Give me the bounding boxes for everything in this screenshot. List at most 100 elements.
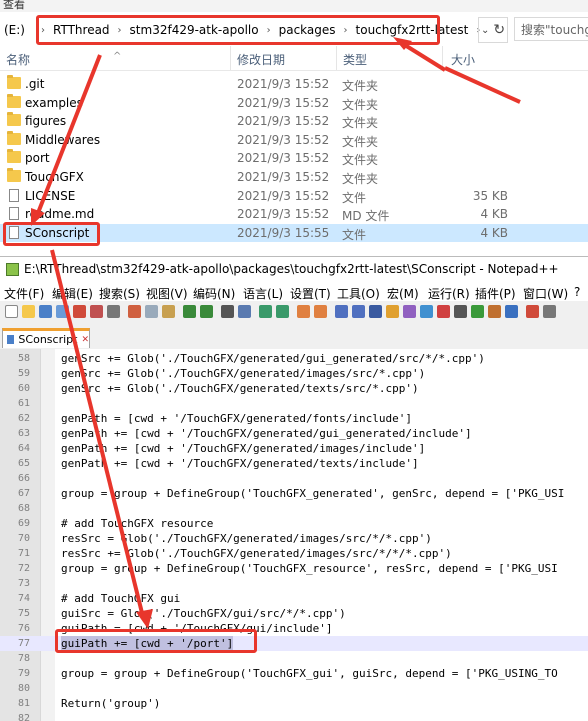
breadcrumb-rtthread[interactable]: RTThread (47, 23, 116, 37)
window-title-bar[interactable]: E:\RTThread\stm32f429-atk-apollo\package… (0, 257, 588, 283)
address-bar[interactable]: › RTThread › stm32f429-atk-apollo › pack… (38, 17, 480, 43)
function-list-icon[interactable] (420, 305, 433, 318)
code-line[interactable]: 60 genSrc += Glob('./TouchGFX/generated/t… (0, 381, 588, 396)
menu-macro[interactable]: 宏(M) (387, 285, 419, 302)
monitor-icon[interactable] (543, 305, 556, 318)
menu-run[interactable]: 运行(R) (428, 285, 470, 302)
list-item[interactable]: figures 2021/9/3 15:52 文件夹 (0, 112, 588, 131)
zoom-out-icon[interactable] (276, 305, 289, 318)
code-line[interactable]: 61 (0, 396, 588, 411)
code-editor[interactable]: 58 genSrc += Glob('./TouchGFX/generated/g… (0, 349, 588, 721)
menu-settings[interactable]: 设置(T) (290, 285, 331, 302)
code-line[interactable]: 75 guiSrc = Glob('./TouchGFX/gui/src/*/*.… (0, 606, 588, 621)
column-header-row: ^ 名称 修改日期 类型 大小 (0, 46, 588, 71)
undo-icon[interactable] (183, 305, 196, 318)
search-input[interactable]: 搜索"touchgfx (514, 17, 588, 41)
save-macro-icon[interactable] (505, 305, 518, 318)
code-line[interactable]: 66 (0, 471, 588, 486)
file-name: figures (25, 114, 67, 129)
folder-workspace-icon[interactable] (526, 305, 539, 318)
doc-map-icon[interactable] (403, 305, 416, 318)
code-line[interactable]: 73 (0, 576, 588, 591)
column-divider[interactable] (230, 46, 231, 70)
code-line[interactable]: 79 group = group + DefineGroup('TouchGFX_… (0, 666, 588, 681)
col-name[interactable]: 名称 (6, 51, 30, 68)
code-line[interactable]: 70 resSrc = Glob('./TouchGFX/generated/im… (0, 531, 588, 546)
code-line[interactable]: 67 group = group + DefineGroup('TouchGFX_… (0, 486, 588, 501)
breadcrumb-touchgfx[interactable]: touchgfx2rtt-latest (350, 23, 475, 37)
menu-file[interactable]: 文件(F) (4, 285, 44, 302)
replace-icon[interactable] (238, 305, 251, 318)
stop-macro-icon[interactable] (454, 305, 467, 318)
cut-icon[interactable] (128, 305, 141, 318)
col-size[interactable]: 大小 (451, 51, 475, 68)
new-file-icon[interactable] (5, 305, 18, 318)
code-line[interactable]: 76 guiPath = [cwd + '/TouchGFX/gui/includ… (0, 621, 588, 636)
menu-search[interactable]: 搜索(S) (99, 285, 140, 302)
code-line[interactable]: 69 # add TouchGFX resource (0, 516, 588, 531)
menu-edit[interactable]: 编辑(E) (52, 285, 93, 302)
menu-plugins[interactable]: 插件(P) (475, 285, 516, 302)
refresh-button[interactable]: ⌄ ↻ (478, 17, 508, 43)
menu-window[interactable]: 窗口(W) (523, 285, 568, 302)
print-icon[interactable] (107, 305, 120, 318)
save-all-icon[interactable] (56, 305, 69, 318)
play-macro-icon[interactable] (471, 305, 484, 318)
save-icon[interactable] (39, 305, 52, 318)
redo-icon[interactable] (200, 305, 213, 318)
paste-icon[interactable] (162, 305, 175, 318)
record-macro-icon[interactable] (437, 305, 450, 318)
sync-vertical-icon[interactable] (297, 305, 310, 318)
menu-encoding[interactable]: 编码(N) (193, 285, 235, 302)
show-all-chars-icon[interactable] (352, 305, 365, 318)
explorer-view-tab[interactable]: 查看 (0, 0, 588, 12)
menu-help[interactable]: ? (574, 285, 580, 299)
sync-horizontal-icon[interactable] (314, 305, 327, 318)
list-item[interactable]: LICENSE 2021/9/3 15:52 文件 35 KB (0, 187, 588, 206)
list-item-selected[interactable]: SConscript 2021/9/3 15:55 文件 4 KB (0, 223, 588, 243)
close-all-icon[interactable] (90, 305, 103, 318)
open-file-icon[interactable] (22, 305, 35, 318)
code-line[interactable]: 68 (0, 501, 588, 516)
find-icon[interactable] (221, 305, 234, 318)
code-line[interactable]: 80 (0, 681, 588, 696)
drive-label[interactable]: (E:) (4, 23, 25, 37)
code-line[interactable]: 63 genPath += [cwd + '/TouchGFX/generated… (0, 426, 588, 441)
list-item[interactable]: port 2021/9/3 15:52 文件夹 (0, 149, 588, 168)
word-wrap-icon[interactable] (335, 305, 348, 318)
code-line[interactable]: 65 genPath += [cwd + '/TouchGFX/generated… (0, 456, 588, 471)
close-icon[interactable]: ✕ (81, 335, 89, 345)
code-line[interactable]: 64 genPath += [cwd + '/TouchGFX/generated… (0, 441, 588, 456)
code-line[interactable]: 81 Return('group') (0, 696, 588, 711)
col-type[interactable]: 类型 (343, 51, 367, 68)
breadcrumb-board[interactable]: stm32f429-atk-apollo (124, 23, 265, 37)
code-line[interactable]: 78 (0, 651, 588, 666)
indent-guide-icon[interactable] (369, 305, 382, 318)
col-date[interactable]: 修改日期 (237, 51, 285, 68)
breadcrumb-packages[interactable]: packages (273, 23, 342, 37)
code-line[interactable]: 58 genSrc += Glob('./TouchGFX/generated/g… (0, 351, 588, 366)
close-file-icon[interactable] (73, 305, 86, 318)
column-divider[interactable] (442, 46, 443, 70)
code-line[interactable]: 72 group = group + DefineGroup('TouchGFX_… (0, 561, 588, 576)
udl-icon[interactable] (386, 305, 399, 318)
code-line-highlighted[interactable]: 77 guiPath += [cwd + '/port'] (0, 636, 588, 651)
column-divider[interactable] (336, 46, 337, 70)
code-line[interactable]: 74 # add TouchGFX gui (0, 591, 588, 606)
run-macro-icon[interactable] (488, 305, 501, 318)
tab-sconscript[interactable]: SConscript ✕ (2, 328, 90, 348)
zoom-in-icon[interactable] (259, 305, 272, 318)
list-item[interactable]: Middlewares 2021/9/3 15:52 文件夹 (0, 130, 588, 150)
menu-language[interactable]: 语言(L) (243, 285, 283, 302)
list-item[interactable]: readme.md 2021/9/3 15:52 MD 文件 4 KB (0, 205, 588, 224)
list-item[interactable]: TouchGFX 2021/9/3 15:52 文件夹 (0, 167, 588, 187)
code-line[interactable]: 71 resSrc += Glob('./TouchGFX/generated/i… (0, 546, 588, 561)
menu-view[interactable]: 视图(V) (146, 285, 188, 302)
copy-icon[interactable] (145, 305, 158, 318)
menu-tools[interactable]: 工具(O) (337, 285, 380, 302)
code-line[interactable]: 62 genPath = [cwd + '/TouchGFX/generated/… (0, 411, 588, 426)
window-title: E:\RTThread\stm32f429-atk-apollo\package… (24, 262, 559, 276)
code-line[interactable]: 59 genSrc += Glob('./TouchGFX/generated/i… (0, 366, 588, 381)
list-item[interactable]: examples 2021/9/3 15:52 文件夹 (0, 93, 588, 113)
list-item[interactable]: .git 2021/9/3 15:52 文件夹 (0, 75, 588, 94)
